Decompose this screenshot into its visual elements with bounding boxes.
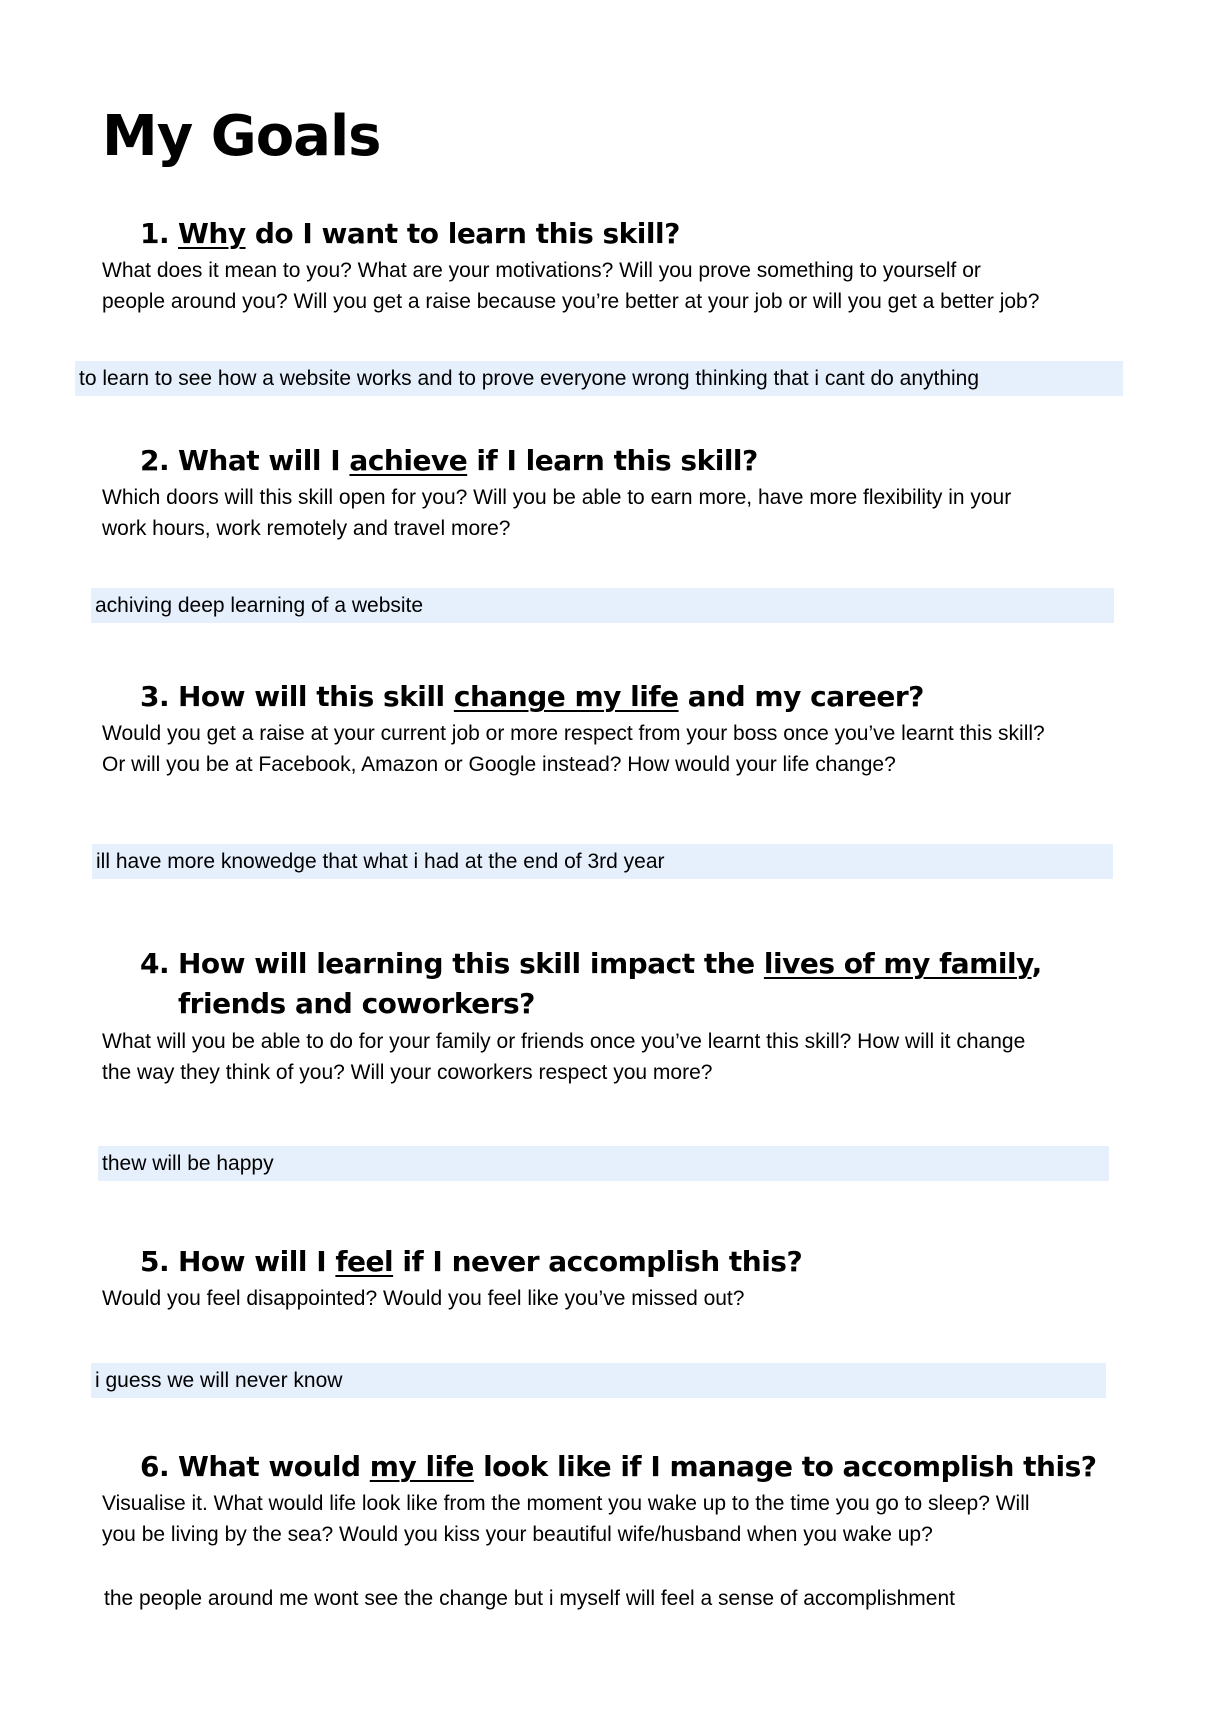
- heading-emphasis: lives of my family: [763, 947, 1032, 980]
- heading-text: ,: [1031, 947, 1043, 980]
- question-3-prompt-line: Would you get a raise at your current jo…: [102, 722, 1045, 745]
- heading-text: do I want to learn this skill?: [245, 217, 681, 250]
- question-1-prompt-line: What does it mean to you? What are your …: [102, 259, 981, 282]
- heading-text: How will I: [178, 1245, 336, 1278]
- question-2-prompt-line: Which doors will this skill open for you…: [102, 486, 1012, 509]
- heading-text: How will learning this skill impact the: [178, 947, 764, 980]
- heading-text: What would: [178, 1450, 370, 1483]
- heading-text: What will I: [178, 444, 350, 477]
- question-4-prompt-line: the way they think of you? Will your cow…: [102, 1061, 713, 1084]
- question-1-answer[interactable]: to learn to see how a website works and …: [75, 361, 1123, 396]
- heading-emphasis: feel: [335, 1245, 394, 1278]
- question-5-prompt-line: Would you feel disappointed? Would you f…: [102, 1287, 745, 1310]
- question-number: 4.: [140, 947, 170, 980]
- question-3-answer[interactable]: ill have more knowedge that what i had a…: [92, 844, 1113, 879]
- heading-emphasis: my life: [369, 1450, 475, 1483]
- question-2-answer[interactable]: achiving deep learning of a website: [91, 588, 1114, 623]
- question-number: 2.: [140, 444, 170, 477]
- question-4-heading-line2: friends and coworkers?: [178, 987, 535, 1020]
- question-number: 6.: [140, 1450, 170, 1483]
- question-1-prompt-line: people around you? Will you get a raise …: [102, 290, 1040, 313]
- heading-text: and my career?: [678, 680, 925, 713]
- question-2-prompt-line: work hours, work remotely and travel mor…: [102, 517, 511, 540]
- question-5-answer[interactable]: i guess we will never know: [91, 1363, 1106, 1398]
- page-title: My Goals: [102, 104, 381, 169]
- heading-text: look like if I manage to accomplish this…: [473, 1450, 1097, 1483]
- question-number: 3.: [140, 680, 170, 713]
- heading-text: if I never accomplish this?: [393, 1245, 803, 1278]
- heading-emphasis: Why: [178, 217, 246, 250]
- heading-text: How will this skill: [178, 680, 454, 713]
- question-number: 5.: [140, 1245, 170, 1278]
- question-3-prompt-line: Or will you be at Facebook, Amazon or Go…: [102, 753, 896, 776]
- question-4-prompt-line: What will you be able to do for your fam…: [102, 1030, 1026, 1053]
- heading-text: if I learn this skill?: [467, 444, 758, 477]
- question-6-prompt-line: Visualise it. What would life look like …: [102, 1492, 1030, 1515]
- heading-emphasis: achieve: [349, 444, 468, 477]
- question-number: 1.: [140, 217, 170, 250]
- question-4-answer[interactable]: thew will be happy: [98, 1146, 1109, 1181]
- question-6-answer[interactable]: the people around me wont see the change…: [100, 1581, 1110, 1616]
- question-6-prompt-line: you be living by the sea? Would you kiss…: [102, 1523, 933, 1546]
- heading-emphasis: change my life: [453, 680, 679, 713]
